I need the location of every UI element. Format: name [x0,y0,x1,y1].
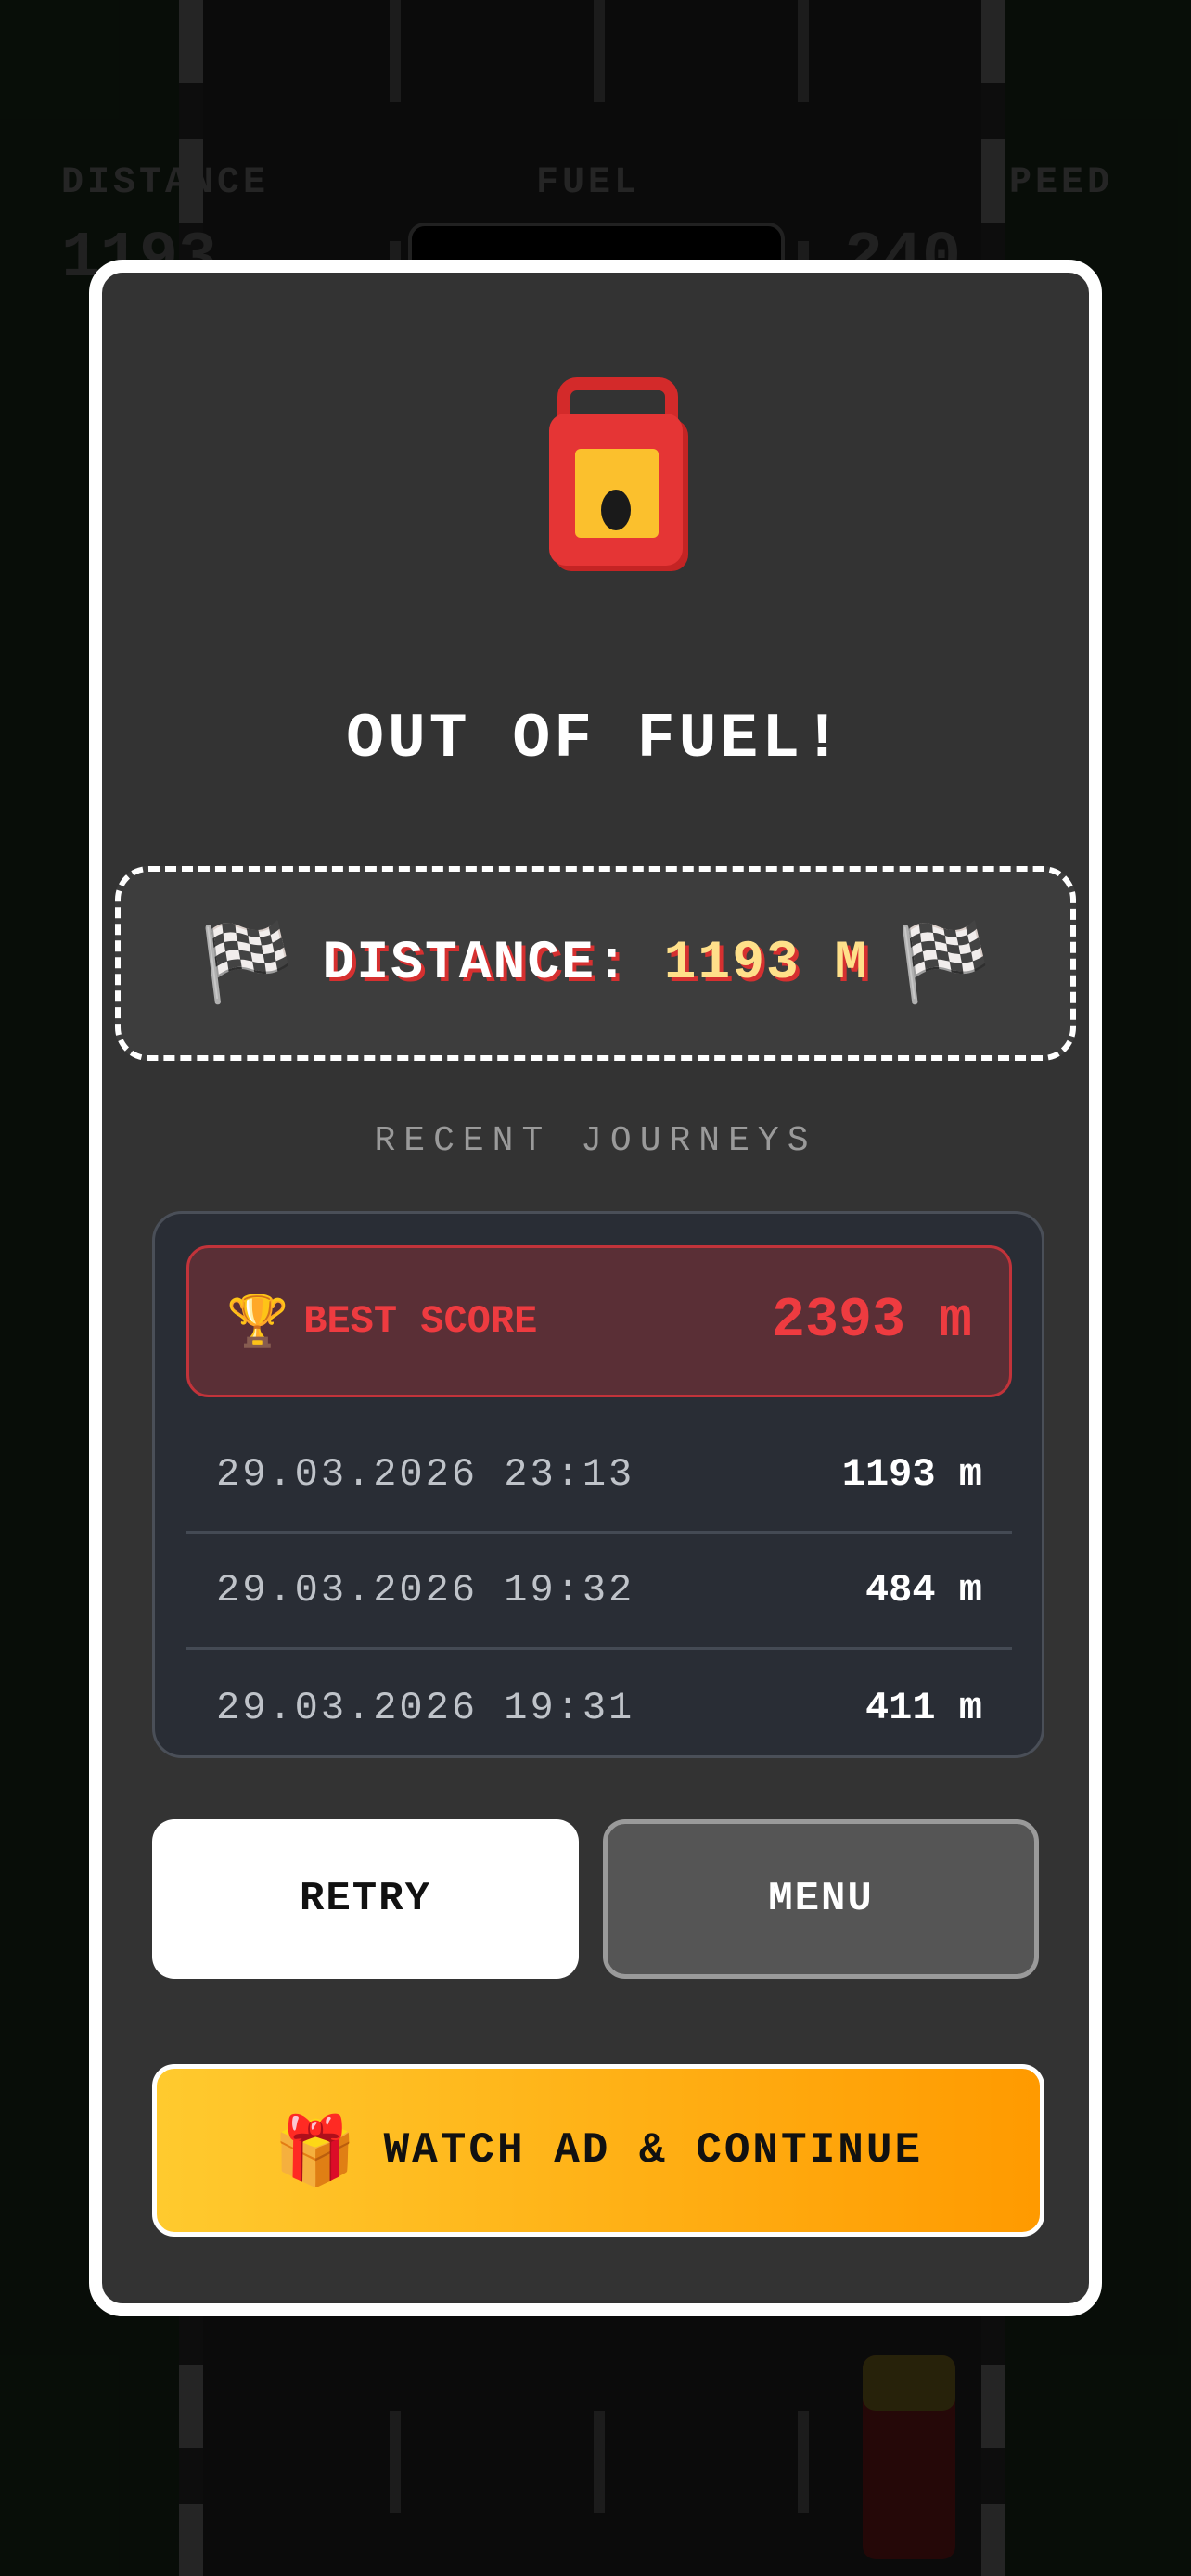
watch-ad-label: WATCH AD & CONTINUE [383,2126,924,2174]
distance-value: 1193 M [663,933,869,994]
journey-distance: 1193 m [841,1452,982,1497]
retry-button[interactable]: RETRY [152,1819,579,1979]
checkered-flag-icon: 🏁 [896,919,992,1007]
journey-distance: 484 m [864,1568,982,1613]
modal-title: OUT OF FUEL! [346,704,845,775]
watch-ad-continue-button[interactable]: 🎁 WATCH AD & CONTINUE [152,2064,1044,2237]
menu-button[interactable]: MENU [603,1819,1039,1979]
recent-journeys-title: RECENT JOURNEYS [374,1121,817,1161]
journey-date: 29.03.2026 19:32 [216,1568,635,1613]
distance-summary: DISTANCE: 1193 M [323,934,869,994]
gift-icon: 🎁 [273,2111,360,2189]
best-score-label: BEST SCORE [303,1299,538,1344]
best-score-value: 2393 m [771,1290,972,1353]
game-over-modal: OUT OF FUEL! 🏁 DISTANCE: 1193 M 🏁 RECENT… [89,260,1102,2316]
journey-date: 29.03.2026 23:13 [216,1452,635,1497]
distance-box: 🏁 DISTANCE: 1193 M 🏁 [115,866,1076,1061]
checkered-flag-icon: 🏁 [199,919,295,1007]
best-score-row: 🏆 BEST SCORE 2393 m [186,1245,1012,1397]
journey-row: 29.03.2026 23:13 1193 m [186,1418,1012,1534]
trophy-icon: 🏆 [226,1292,289,1350]
fuel-can-icon [549,377,688,571]
distance-label: DISTANCE: [322,933,630,994]
journeys-list: 🏆 BEST SCORE 2393 m 29.03.2026 23:13 119… [152,1211,1044,1758]
journey-row: 29.03.2026 19:31 411 m [186,1650,1012,1755]
journey-distance: 411 m [864,1685,982,1730]
journey-date: 29.03.2026 19:31 [216,1685,635,1730]
journey-row: 29.03.2026 19:32 484 m [186,1534,1012,1650]
